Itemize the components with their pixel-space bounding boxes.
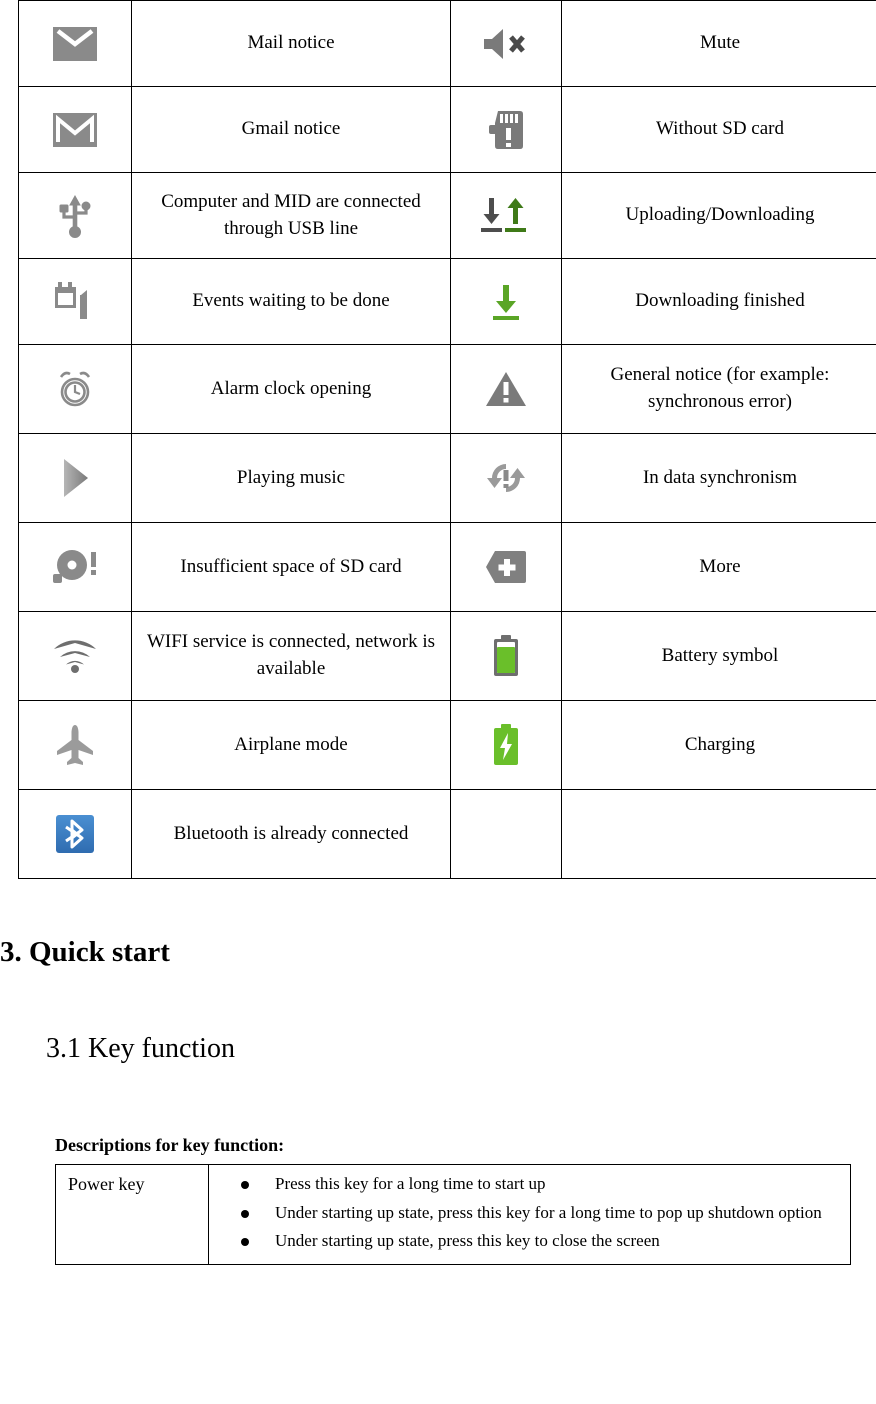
icon-cell-empty (450, 789, 562, 879)
play-icon (58, 456, 92, 500)
table-row: Events waiting to be done Downloading fi… (18, 258, 876, 345)
usb-icon (57, 193, 93, 239)
icon-cell (450, 258, 562, 345)
icon-label: In data synchronism (561, 433, 876, 523)
key-function-caption: Descriptions for key function: (55, 1135, 285, 1156)
table-row: Computer and MID are connected through U… (18, 172, 876, 259)
table-row: Playing music In data synchronism (18, 433, 876, 523)
icon-cell (18, 172, 132, 259)
icon-cell (18, 258, 132, 345)
icon-cell (18, 433, 132, 523)
icon-label: Insufficient space of SD card (131, 522, 451, 612)
icon-label: Mute (561, 0, 876, 87)
icon-cell (18, 789, 132, 879)
icon-cell (450, 700, 562, 790)
icon-label: Without SD card (561, 86, 876, 173)
table-row: Mail notice Mute (18, 0, 876, 87)
sync-error-icon (484, 458, 528, 498)
list-item: Under starting up state, press this key … (217, 1200, 842, 1226)
table-row: Alarm clock opening General notice (for … (18, 344, 876, 434)
speaker-mute-icon (481, 26, 531, 62)
bluetooth-icon (54, 813, 96, 855)
icon-label: Bluetooth is already connected (131, 789, 451, 879)
icon-label: Downloading finished (561, 258, 876, 345)
list-item: Under starting up state, press this key … (217, 1228, 842, 1254)
icon-label: More (561, 522, 876, 612)
table-row: Insufficient space of SD card More (18, 522, 876, 612)
icon-cell (18, 344, 132, 434)
icon-label: Mail notice (131, 0, 451, 87)
airplane-icon (54, 723, 96, 767)
key-name-cell: Power key (55, 1164, 209, 1266)
warning-triangle-icon (484, 369, 528, 409)
wifi-icon (52, 637, 98, 675)
battery-charging-icon (490, 722, 522, 768)
table-row: WIFI service is connected, network is av… (18, 611, 876, 701)
icon-cell (18, 611, 132, 701)
sd-card-missing-icon (486, 109, 526, 151)
subsection-title: 3.1 Key function (46, 1032, 235, 1064)
download-finished-icon (486, 281, 526, 323)
gmail-icon (53, 112, 97, 147)
icon-label-empty (561, 789, 876, 879)
upload-download-arrows-icon (478, 195, 534, 237)
icon-cell (18, 0, 132, 87)
icon-label: Airplane mode (131, 700, 451, 790)
icon-label: Gmail notice (131, 86, 451, 173)
key-description-cell: Press this key for a long time to start … (208, 1164, 851, 1266)
icon-cell (450, 172, 562, 259)
icon-cell (450, 611, 562, 701)
icon-label: General notice (for example: synchronous… (561, 344, 876, 434)
icon-label: Alarm clock opening (131, 344, 451, 434)
icon-label: WIFI service is connected, network is av… (131, 611, 451, 701)
icon-label: Playing music (131, 433, 451, 523)
more-plus-icon (484, 549, 528, 585)
icon-label: Battery symbol (561, 611, 876, 701)
icon-cell (450, 86, 562, 173)
icon-label: Events waiting to be done (131, 258, 451, 345)
table-row: Bluetooth is already connected (18, 789, 876, 879)
icon-cell (450, 433, 562, 523)
page-title: 3. Quick start (0, 936, 170, 968)
icon-label: Computer and MID are connected through U… (131, 172, 451, 259)
battery-icon (490, 633, 522, 679)
calendar-event-icon (53, 279, 97, 325)
table-row: Gmail notice Without SD card (18, 86, 876, 173)
icon-cell (18, 86, 132, 173)
icon-cell (18, 522, 132, 612)
key-function-table: Power key Press this key for a long time… (55, 1164, 851, 1266)
disc-full-icon (49, 546, 101, 588)
status-icon-table: Mail notice Mute Gmail notice Without SD… (18, 0, 876, 879)
icon-cell (450, 522, 562, 612)
envelope-icon (53, 26, 97, 61)
icon-label: Charging (561, 700, 876, 790)
icon-label: Uploading/Downloading (561, 172, 876, 259)
key-description-list: Press this key for a long time to start … (217, 1171, 842, 1254)
alarm-clock-icon (54, 367, 96, 411)
table-row: Airplane mode Charging (18, 700, 876, 790)
icon-cell (18, 700, 132, 790)
list-item: Press this key for a long time to start … (217, 1171, 842, 1197)
icon-cell (450, 344, 562, 434)
icon-cell (450, 0, 562, 87)
table-row: Power key Press this key for a long time… (55, 1164, 851, 1266)
